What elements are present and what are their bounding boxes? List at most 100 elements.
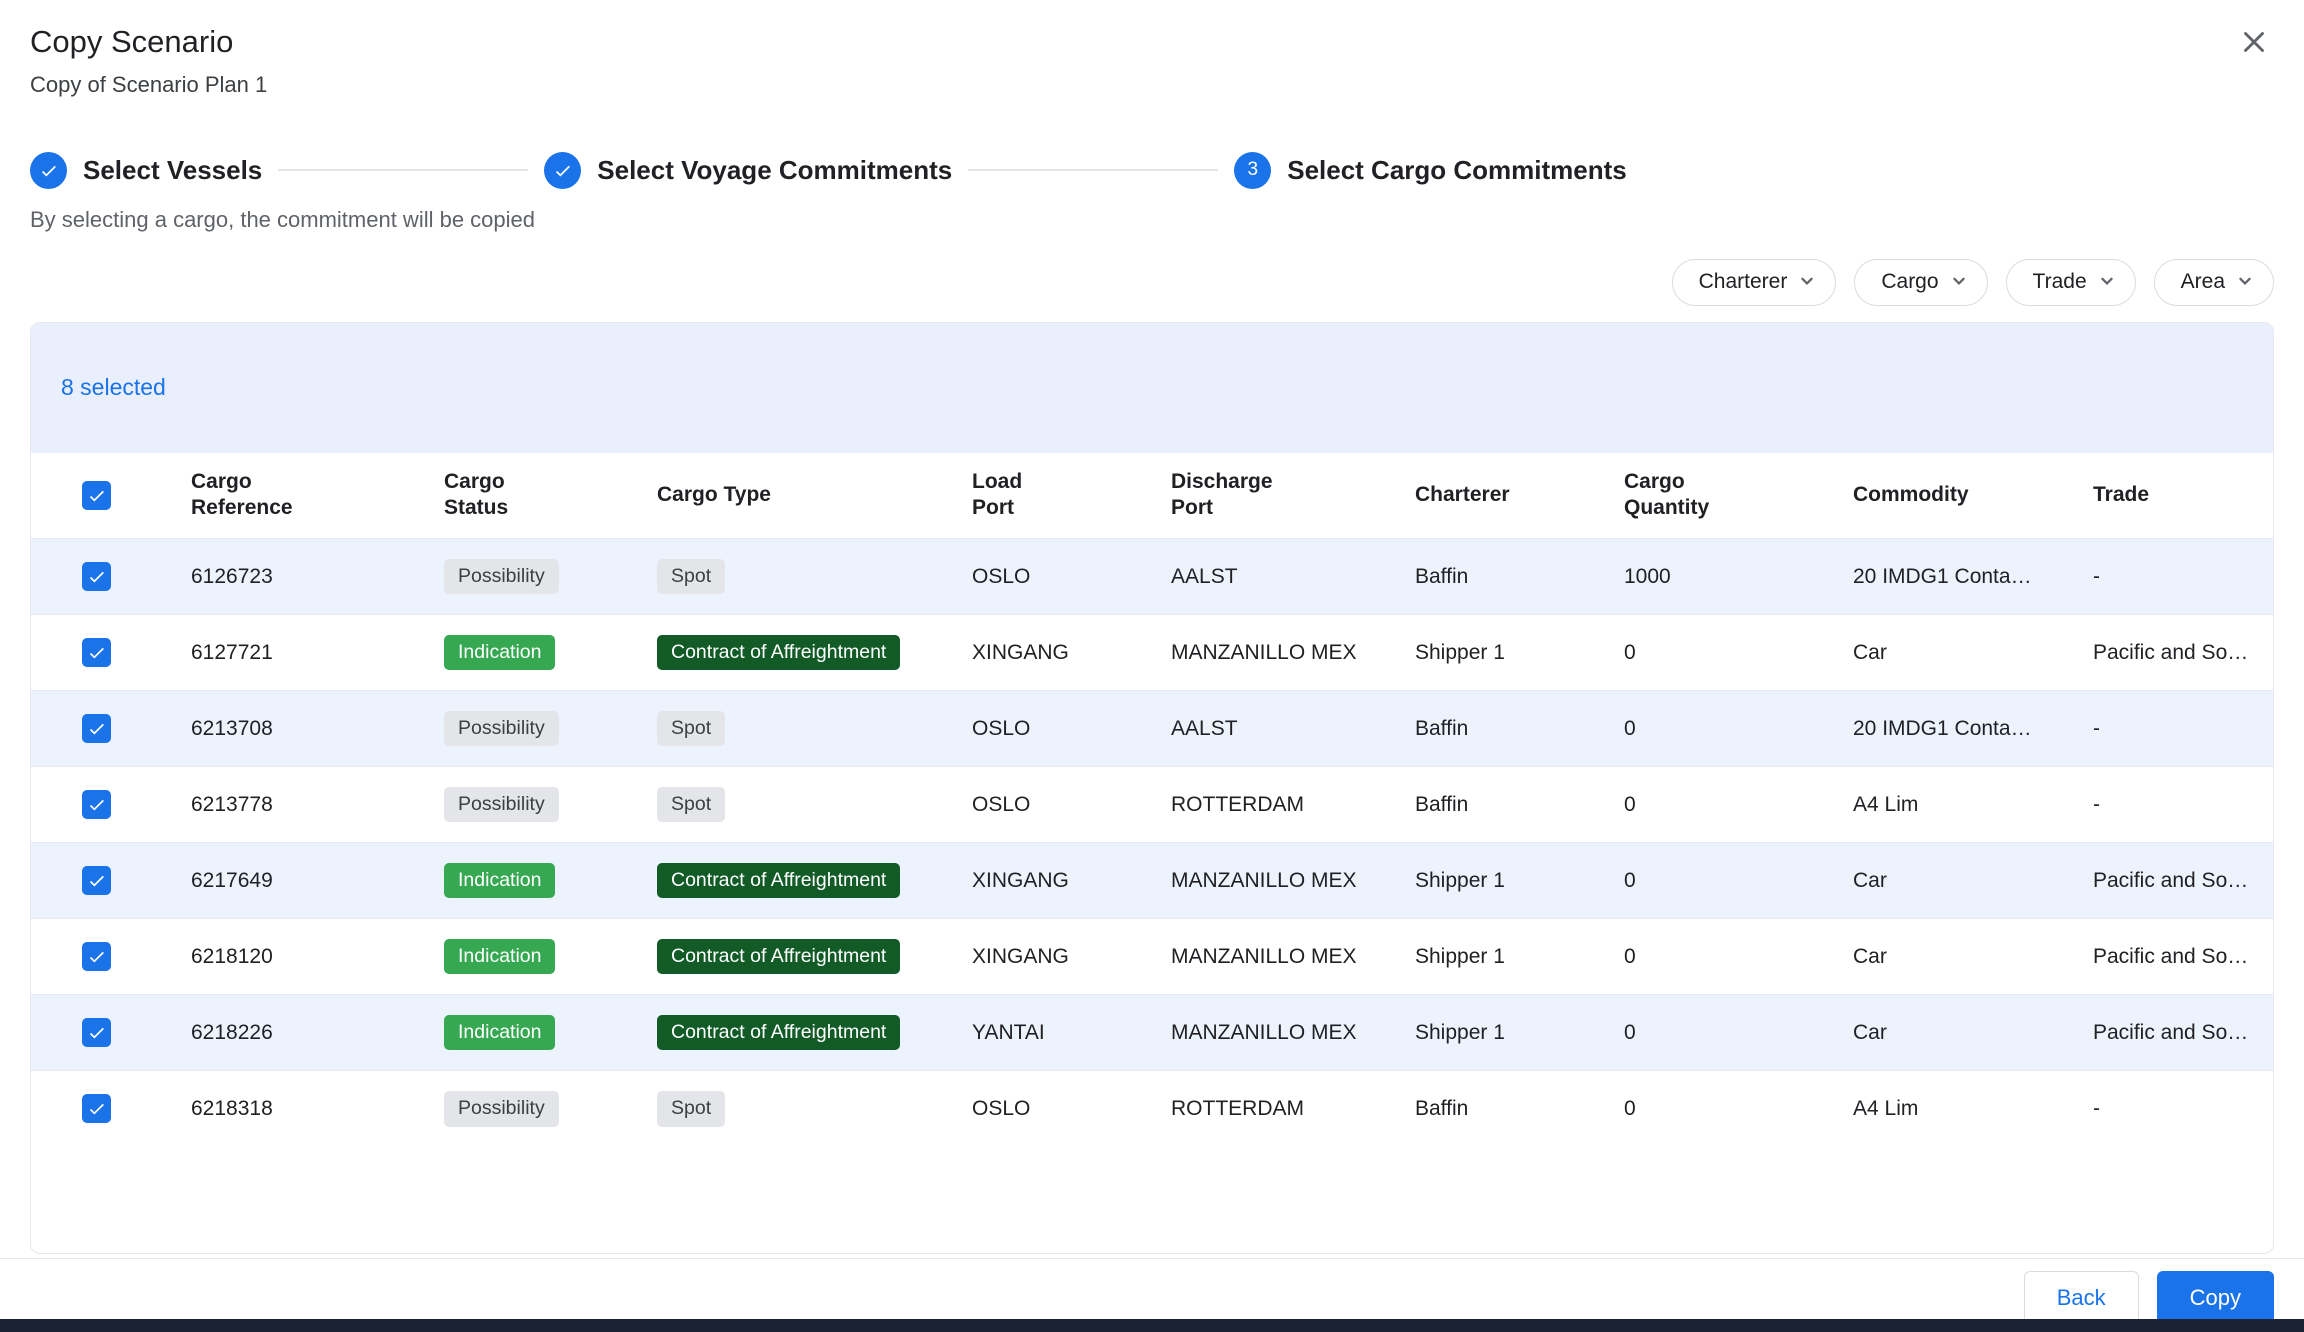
filter-trade-dropdown[interactable]: Trade [2006,259,2136,306]
selection-summary-bar: 8 selected [31,323,2273,453]
row-checkbox[interactable] [82,790,111,819]
load-port-cell: OSLO [942,539,1141,615]
cargo-status-cell: Possibility [414,767,627,843]
cargo-type-badge: Contract of Affreightment [657,939,900,974]
cargo-status-badge: Possibility [444,787,559,822]
cargo-type-badge: Spot [657,559,725,594]
row-select-cell [31,995,161,1071]
stepper-step-2[interactable]: Select Voyage Commitments [544,152,952,189]
stepper-step-1[interactable]: Select Vessels [30,152,262,189]
step-label: Select Voyage Commitments [597,155,952,186]
chevron-down-icon [2233,269,2257,296]
row-select-cell [31,767,161,843]
cargo-status-cell: Indication [414,843,627,919]
selected-count: 8 selected [61,374,166,401]
column-header: CargoQuantity [1594,453,1823,539]
discharge-port-cell: MANZANILLO MEX [1141,615,1385,691]
trade-cell: Pacific and So… [2063,919,2273,995]
trade-cell: - [2063,691,2273,767]
cargo-type-badge: Spot [657,711,725,746]
back-button[interactable]: Back [2024,1271,2139,1325]
commodity-cell: 20 IMDG1 Conta… [1823,539,2063,615]
step-check-icon [544,152,581,189]
cargo-type-cell: Spot [627,767,942,843]
discharge-port-cell: ROTTERDAM [1141,767,1385,843]
column-header-line: Status [444,495,615,521]
cargo-type-cell: Contract of Affreightment [627,995,942,1071]
row-checkbox[interactable] [82,562,111,591]
cargo-status-badge: Possibility [444,559,559,594]
row-checkbox[interactable] [82,638,111,667]
load-port-cell: OSLO [942,767,1141,843]
row-checkbox[interactable] [82,942,111,971]
select-all-checkbox[interactable] [82,481,111,510]
filter-label: Charterer [1699,270,1788,294]
discharge-port-cell: AALST [1141,691,1385,767]
table-row[interactable]: 6213708PossibilitySpotOSLOAALSTBaffin020… [31,691,2273,767]
column-header-line: Quantity [1624,495,1811,521]
helper-text: By selecting a cargo, the commitment wil… [0,207,2304,233]
page-subtitle: Copy of Scenario Plan 1 [30,72,2274,98]
row-checkbox[interactable] [82,1094,111,1123]
trade-cell: - [2063,767,2273,843]
table-row[interactable]: 6217649 Indication Contract of Affreightme… [31,843,2273,919]
row-checkbox[interactable] [82,714,111,743]
row-checkbox[interactable] [82,1018,111,1047]
cargo-reference-cell: 6213778 [161,767,414,843]
filter-label: Area [2181,270,2225,294]
cargo-reference-cell: 6217649 [161,843,414,919]
discharge-port-cell: MANZANILLO MEX [1141,843,1385,919]
table-row[interactable]: 6127721IndicationContract of Affreightme… [31,615,2273,691]
charterer-cell: Shipper 1 [1385,843,1594,919]
table-row[interactable]: 6218226IndicationContract of Affreightme… [31,995,2273,1071]
table-row[interactable]: 6213778PossibilitySpotOSLOROTTERDAMBaffi… [31,767,2273,843]
close-button[interactable] [2232,22,2276,66]
column-header-line: Reference [191,495,402,521]
cargo-type-cell: Contract of Affreightment [627,843,942,919]
commodity-cell: A4 Lim [1823,1071,2063,1147]
cargo-status-badge: Indication [444,635,555,670]
load-port-cell: XINGANG [942,843,1141,919]
row-select-cell [31,615,161,691]
filter-cargo-dropdown[interactable]: Cargo [1854,259,1987,306]
row-select-cell [31,539,161,615]
filter-area-dropdown[interactable]: Area [2154,259,2274,306]
cargo-status-cell: Indication [414,615,627,691]
cargo-status-badge: Indication [444,939,555,974]
stepper-step-3[interactable]: 3Select Cargo Commitments [1234,152,1627,189]
load-port-cell: YANTAI [942,995,1141,1071]
chevron-down-icon [1947,269,1971,296]
filter-charterer-dropdown[interactable]: Charterer [1672,259,1837,306]
row-select-cell [31,1071,161,1147]
column-header: CargoStatus [414,453,627,539]
table-row[interactable]: 6218318PossibilitySpotOSLOROTTERDAMBaffi… [31,1071,2273,1147]
app-bottom-strip [0,1319,2304,1332]
column-header: DischargePort [1141,453,1385,539]
cargo-quantity-cell: 0 [1594,767,1823,843]
commodity-cell: Car [1823,615,2063,691]
column-header: Charterer [1385,453,1594,539]
step-check-icon [30,152,67,189]
table-body: 6126723PossibilitySpotOSLOAALSTBaffin100… [31,539,2273,1147]
trade-cell: Pacific and So… [2063,995,2273,1071]
step-connector [968,169,1218,171]
column-header-line: Cargo [191,469,402,495]
column-header-line: Load [972,469,1129,495]
copy-button[interactable]: Copy [2157,1271,2274,1325]
cargo-status-badge: Indication [444,863,555,898]
cargo-status-cell: Indication [414,919,627,995]
cargo-table: CargoReference CargoStatusCargo Type Load P… [31,453,2273,1147]
row-checkbox[interactable] [82,866,111,895]
column-header: Cargo Type [627,453,942,539]
page-title: Copy Scenario [30,24,2274,60]
commodity-cell: Car [1823,919,2063,995]
trade-cell: - [2063,539,2273,615]
trade-cell: - [2063,1071,2273,1147]
cargo-quantity-cell: 0 [1594,691,1823,767]
cargo-quantity-cell: 0 [1594,843,1823,919]
table-row[interactable]: 6126723PossibilitySpotOSLOAALSTBaffin100… [31,539,2273,615]
table-row[interactable]: 6218120 Indication Contract of Affreightme… [31,919,2273,995]
cargo-reference-cell: 6218120 [161,919,414,995]
cargo-quantity-cell: 0 [1594,615,1823,691]
load-port-cell: XINGANG [942,919,1141,995]
